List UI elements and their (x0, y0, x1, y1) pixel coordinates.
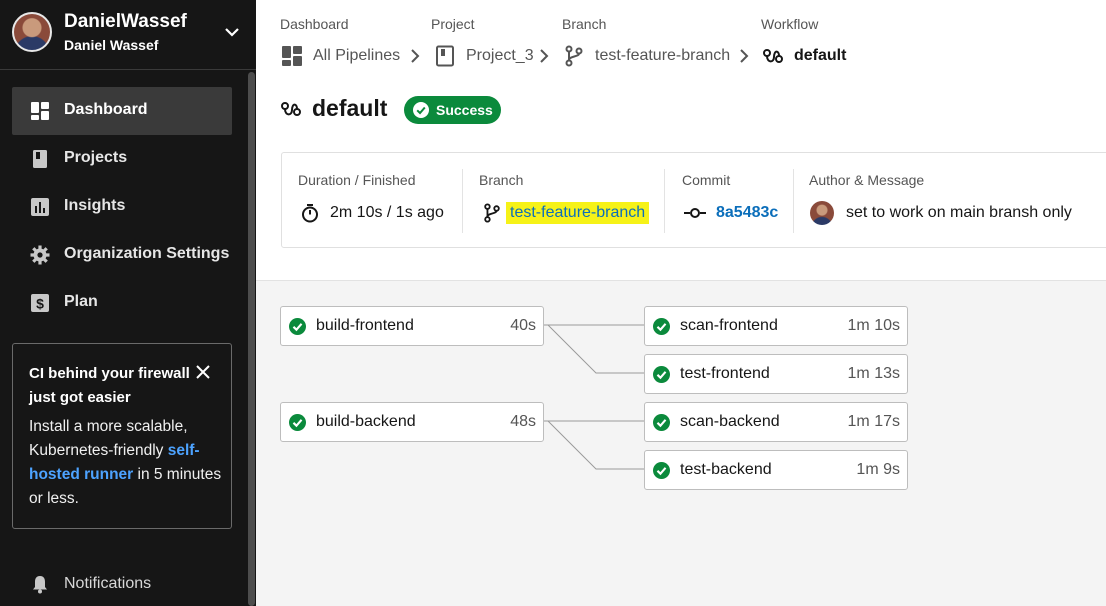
connector (547, 324, 644, 374)
job-test-backend[interactable]: test-backend 1m 9s (644, 450, 908, 490)
check-circle-icon (289, 318, 306, 335)
job-name: scan-frontend (680, 317, 778, 334)
job-duration: 1m 9s (856, 461, 900, 478)
check-circle-icon (653, 318, 670, 335)
job-duration: 48s (510, 413, 536, 430)
job-name: test-frontend (680, 365, 770, 382)
job-name: test-backend (680, 461, 772, 478)
job-name: scan-backend (680, 413, 780, 430)
job-duration: 1m 17s (847, 413, 900, 430)
job-duration: 40s (510, 317, 536, 334)
job-build-backend[interactable]: build-backend 48s (280, 402, 544, 442)
connector (547, 420, 644, 470)
job-duration: 1m 13s (847, 365, 900, 382)
check-circle-icon (653, 414, 670, 431)
job-scan-backend[interactable]: scan-backend 1m 17s (644, 402, 908, 442)
check-circle-icon (653, 462, 670, 479)
job-name: build-backend (316, 413, 416, 430)
check-circle-icon (289, 414, 306, 431)
check-circle-icon (653, 366, 670, 383)
job-build-frontend[interactable]: build-frontend 40s (280, 306, 544, 346)
job-name: build-frontend (316, 317, 414, 334)
job-scan-frontend[interactable]: scan-frontend 1m 10s (644, 306, 908, 346)
job-duration: 1m 10s (847, 317, 900, 334)
job-connectors (544, 324, 644, 470)
job-test-frontend[interactable]: test-frontend 1m 13s (644, 354, 908, 394)
